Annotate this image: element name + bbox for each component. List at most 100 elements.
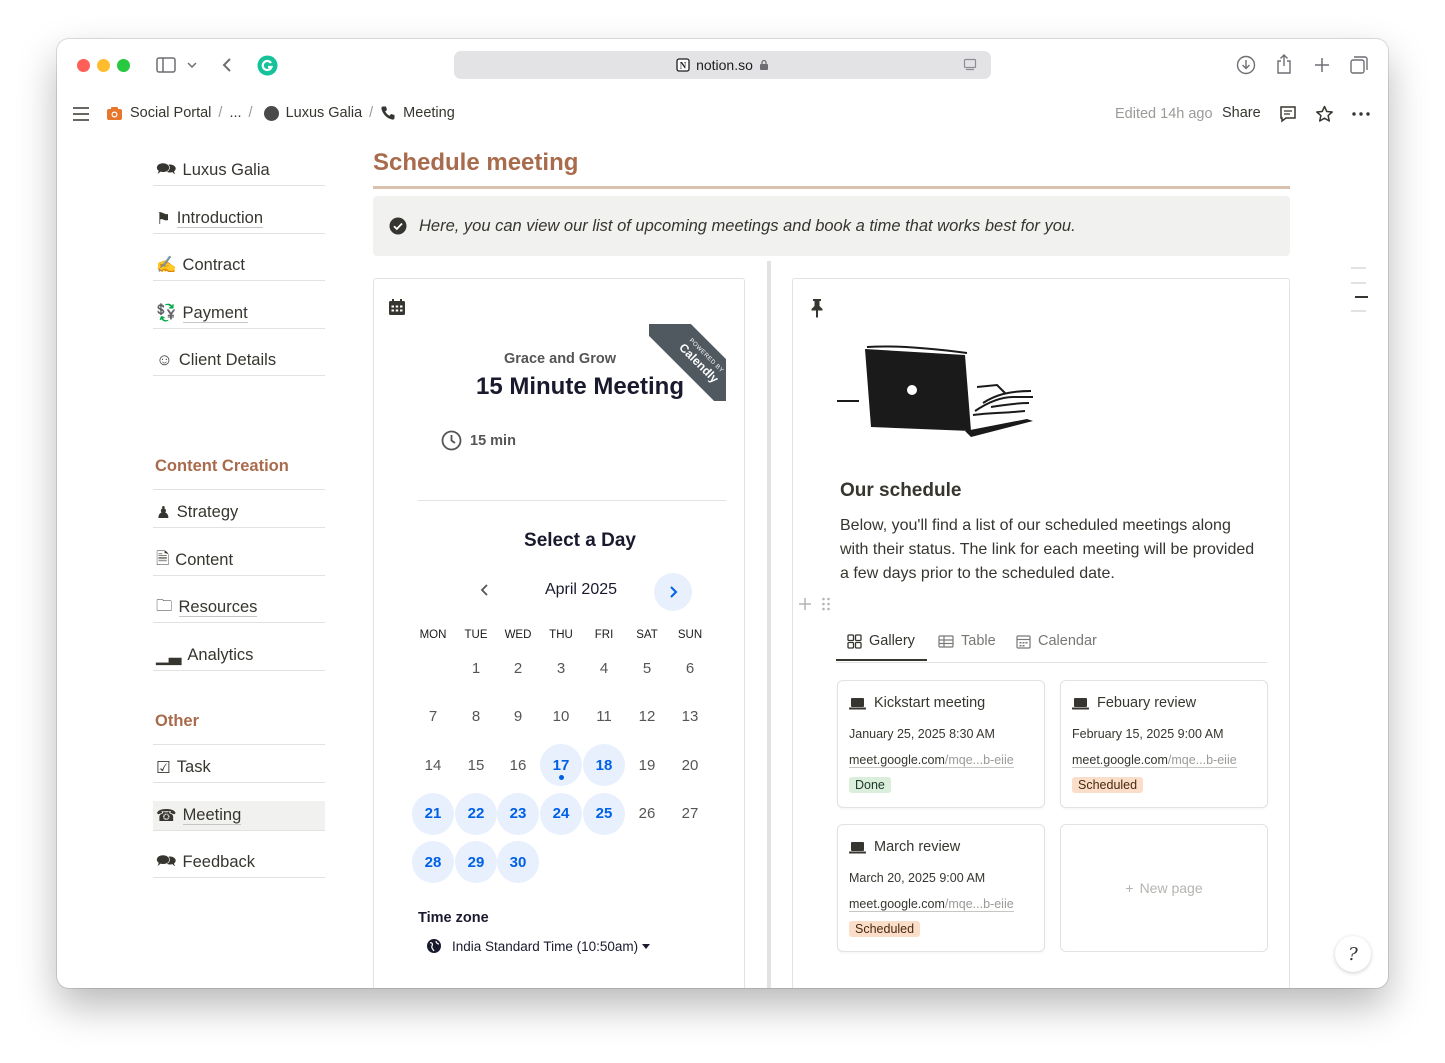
lock-icon xyxy=(759,59,769,71)
tab-calendar[interactable]: Calendar xyxy=(1016,633,1097,649)
unavailable-day: 20 xyxy=(681,756,699,774)
available-day-button[interactable]: 18 xyxy=(583,744,625,786)
add-block-icon[interactable] xyxy=(798,597,812,616)
sidebar-item-client-details[interactable]: ☺ Client Details xyxy=(153,346,325,376)
breadcrumb-social-portal[interactable]: Social Portal xyxy=(130,105,211,121)
grammarly-icon[interactable] xyxy=(256,54,278,76)
active-tab-indicator xyxy=(836,659,927,661)
sidebar-item-task[interactable]: ☑ Task xyxy=(153,753,325,783)
tab-label: Table xyxy=(961,633,996,649)
weekday-label: SUN xyxy=(677,629,703,641)
gallery-card[interactable]: March review March 20, 2025 9:00 AM meet… xyxy=(837,824,1045,952)
unavailable-day: 6 xyxy=(685,659,695,677)
available-day-button[interactable]: 24 xyxy=(540,792,582,835)
phone-icon xyxy=(380,105,396,121)
drag-handle-icon[interactable] xyxy=(821,597,831,616)
more-options-icon[interactable] xyxy=(1349,103,1373,125)
share-button[interactable]: Share xyxy=(1222,105,1261,121)
clock-icon xyxy=(441,430,462,451)
sidebar-item-meeting[interactable]: ☎ Meeting xyxy=(153,801,325,831)
help-button[interactable]: ? xyxy=(1335,936,1371,972)
available-day-button[interactable]: 29 xyxy=(455,841,497,883)
sidebar-toggle-icon[interactable] xyxy=(155,55,177,75)
link-path: /mqe...b-eiie xyxy=(944,897,1014,912)
gallery-card[interactable]: Kickstart meeting January 25, 2025 8:30 … xyxy=(837,680,1045,808)
breadcrumb-meeting[interactable]: Meeting xyxy=(403,105,455,121)
tab-gallery[interactable]: Gallery xyxy=(847,633,915,649)
column-divider[interactable] xyxy=(767,261,771,988)
schedule-heading: Our schedule xyxy=(840,480,962,501)
notion-logo-icon: N xyxy=(676,58,690,72)
outline-marker-active[interactable] xyxy=(1355,296,1368,298)
weekday-label: SAT xyxy=(636,629,658,641)
gallery-card[interactable]: Febuary review February 15, 2025 9:00 AM… xyxy=(1060,680,1268,808)
schedule-description: Below, you'll find a list of our schedul… xyxy=(840,517,1255,582)
download-icon[interactable] xyxy=(1235,54,1257,76)
timezone-select[interactable]: India Standard Time (10:50am) xyxy=(426,938,651,954)
sidebar-item-resources[interactable]: 🗀 Resources xyxy=(153,593,325,623)
timezone-value: India Standard Time (10:50am) xyxy=(452,938,639,954)
laptop-icon xyxy=(849,697,866,710)
menu-icon[interactable] xyxy=(71,104,91,124)
chevron-down-icon[interactable] xyxy=(185,57,199,73)
card-link[interactable]: meet.google.com/mqe...b-eiie xyxy=(1072,753,1237,768)
new-page-card[interactable]: + New page xyxy=(1060,824,1268,952)
sidebar-item-strategy[interactable]: ♟ Strategy xyxy=(153,498,325,528)
sidebar-item-luxus-galia[interactable]: 🗪 Luxus Galia xyxy=(153,156,325,186)
sidebar-item-introduction[interactable]: ⚑ Introduction xyxy=(153,204,325,234)
card-link[interactable]: meet.google.com/mqe...b-eiie xyxy=(849,897,1014,912)
tab-overview-icon[interactable] xyxy=(1348,54,1370,76)
page-title: Schedule meeting xyxy=(373,149,579,176)
sidebar-item-feedback[interactable]: 🗪 Feedback xyxy=(153,848,325,878)
card-link[interactable]: meet.google.com/mqe...b-eiie xyxy=(849,753,1014,768)
link-path: /mqe...b-eiie xyxy=(1167,753,1237,768)
sidebar-item-analytics[interactable]: ▁▃ Analytics xyxy=(153,641,325,671)
share-icon[interactable] xyxy=(1273,53,1295,75)
sidebar-item-payment[interactable]: 💱 Payment xyxy=(153,299,325,329)
back-arrow-icon[interactable] xyxy=(219,55,235,75)
star-icon[interactable] xyxy=(1313,103,1335,125)
zoom-window-button[interactable] xyxy=(117,59,130,72)
close-window-button[interactable] xyxy=(77,59,90,72)
sidebar-item-contract[interactable]: ✍ Contract xyxy=(153,251,325,281)
available-day-button[interactable]: 25 xyxy=(583,792,625,835)
breadcrumb-luxus-galia[interactable]: Luxus Galia xyxy=(286,105,363,121)
sidebar-item-content[interactable]: 🗎 Content xyxy=(153,546,325,576)
sidebar-item-label: Analytics xyxy=(187,646,254,665)
tab-label: Calendar xyxy=(1038,633,1097,649)
available-day-button[interactable]: 21 xyxy=(412,792,454,835)
outline-marker[interactable] xyxy=(1351,282,1366,284)
breadcrumb-ellipsis[interactable]: ... xyxy=(229,105,241,121)
prev-month-icon[interactable] xyxy=(480,582,490,603)
outline-marker[interactable] xyxy=(1351,310,1366,312)
status-badge: Scheduled xyxy=(1072,777,1144,793)
organizer-name: Grace and Grow xyxy=(503,351,616,367)
tab-table[interactable]: Table xyxy=(938,633,996,649)
unavailable-day: 3 xyxy=(556,659,566,677)
available-day-button[interactable]: 28 xyxy=(412,841,454,883)
sidebar-item-label: Payment xyxy=(182,303,248,324)
address-bar[interactable]: N notion.so xyxy=(454,51,991,79)
weekday-label: MON xyxy=(419,629,447,641)
link-domain: meet.google.com xyxy=(849,897,945,912)
unavailable-day: 27 xyxy=(681,805,699,822)
callout-block: Here, you can view our list of upcoming … xyxy=(373,196,1290,256)
sidebar-item-label: Client Details xyxy=(178,351,277,370)
next-month-button[interactable] xyxy=(654,573,692,611)
available-day-button[interactable]: 23 xyxy=(497,792,539,835)
new-page-label: New page xyxy=(1139,880,1203,896)
plus-icon: + xyxy=(1125,880,1134,896)
day-number: 17 xyxy=(552,756,570,774)
outline-marker[interactable] xyxy=(1351,267,1366,269)
reader-mode-icon[interactable] xyxy=(963,58,977,72)
signature-icon: ✍ xyxy=(156,256,177,274)
available-day-button[interactable]: 22 xyxy=(455,792,497,835)
checklist-icon: ☑ xyxy=(156,758,171,777)
comment-icon[interactable] xyxy=(1277,103,1299,125)
breadcrumb-separator: / xyxy=(369,105,374,121)
new-tab-icon[interactable] xyxy=(1311,54,1333,76)
notion-topbar: Social Portal / ... / Luxus Galia / Meet… xyxy=(57,91,1388,137)
minimize-window-button[interactable] xyxy=(97,59,110,72)
available-day-button[interactable]: 17 xyxy=(540,744,582,786)
available-day-button[interactable]: 30 xyxy=(497,841,539,883)
